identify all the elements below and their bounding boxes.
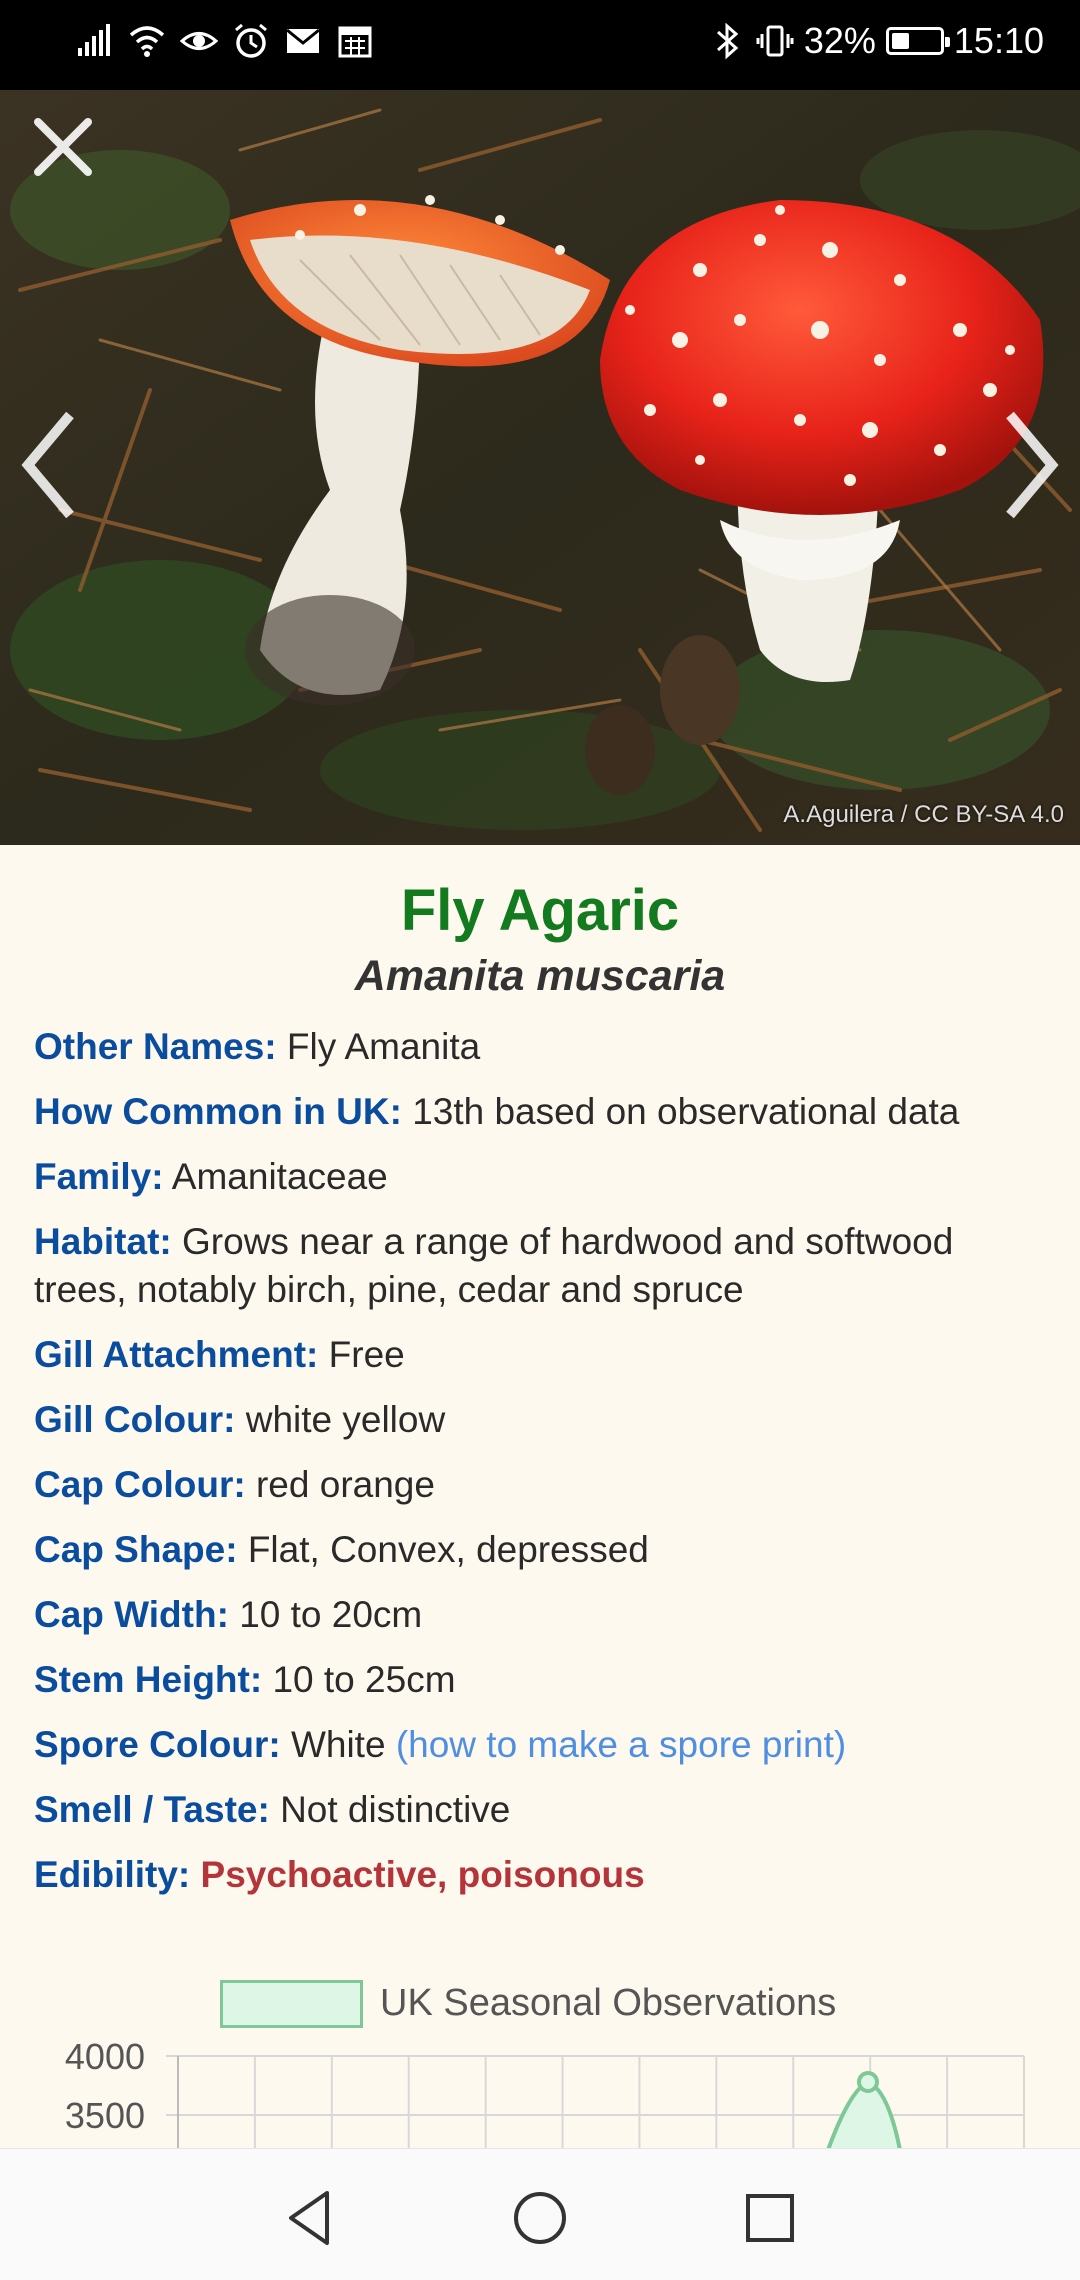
calendar-icon — [338, 26, 372, 58]
fact-value: Free — [328, 1334, 405, 1375]
latin-name: Amanita muscaria — [354, 952, 726, 1000]
fact-row: Cap Shape: Flat, Convex, depressed — [34, 1526, 1046, 1574]
fact-label: Smell / Taste: — [34, 1789, 270, 1830]
battery-percent: 32% — [803, 20, 876, 61]
fact-label: Edibility: — [34, 1854, 191, 1895]
common-name: Fly Agaric — [400, 878, 680, 943]
status-right: 32% 15:10 — [708, 20, 1044, 62]
fact-value: white yellow — [245, 1399, 446, 1440]
mushroom-photo — [0, 90, 1080, 845]
fact-label: Gill Colour: — [34, 1399, 236, 1440]
status-bar: 32% 15:10 — [0, 0, 1080, 90]
vibrate-icon — [756, 25, 794, 57]
fact-value: Not distinctive — [280, 1789, 511, 1830]
wifi-icon — [129, 26, 165, 57]
signal-icon — [78, 24, 110, 56]
fact-label: Stem Height: — [34, 1659, 263, 1700]
fact-value: 13th based on observational data — [412, 1091, 960, 1132]
fact-row: Cap Colour: red orange — [34, 1461, 1046, 1509]
chart-plot: 4000 3500 — [65, 2036, 1025, 2150]
fact-value: Amanitaceae — [171, 1156, 388, 1197]
fact-label: Other Names: — [34, 1026, 277, 1067]
fact-row: Other Names: Fly Amanita — [34, 1023, 1046, 1071]
spore-print-link[interactable]: (how to make a spore print) — [396, 1724, 846, 1765]
close-icon[interactable] — [28, 112, 98, 182]
home-icon[interactable] — [505, 2183, 575, 2253]
y-tick-label: 4000 — [65, 2036, 145, 2077]
fact-value: red orange — [255, 1464, 435, 1505]
fact-row: Cap Width: 10 to 20cm — [34, 1591, 1046, 1639]
recents-icon[interactable] — [735, 2183, 805, 2253]
fact-label: Habitat: — [34, 1221, 172, 1262]
fact-value: Grows near a range of hardwood and softw… — [34, 1221, 954, 1310]
fact-value: Flat, Convex, depressed — [247, 1529, 649, 1570]
fact-row: Gill Colour: white yellow — [34, 1396, 1046, 1444]
eye-icon — [180, 32, 218, 50]
fact-label: Cap Shape: — [34, 1529, 238, 1570]
fact-label: Cap Colour: — [34, 1464, 246, 1505]
battery-icon — [885, 27, 950, 55]
bluetooth-icon — [716, 22, 739, 60]
fact-value: Psychoactive, poisonous — [200, 1854, 645, 1895]
facts-list: Other Names: Fly Amanita How Common in UK… — [0, 1023, 1080, 1899]
alarm-icon — [235, 23, 267, 58]
fact-value: Fly Amanita — [286, 1026, 481, 1067]
fact-label: How Common in UK: — [34, 1091, 402, 1132]
chevron-right-icon[interactable] — [990, 405, 1070, 525]
fact-label: Family: — [34, 1156, 164, 1197]
fact-row: Stem Height: 10 to 25cm — [34, 1656, 1046, 1704]
navigation-bar — [0, 2148, 1080, 2280]
series-point — [857, 2071, 879, 2093]
species-details: Fly Agaric Amanita muscaria Other Names:… — [0, 845, 1080, 1916]
clock: 15:10 — [953, 20, 1044, 61]
mail-icon — [286, 28, 320, 53]
fact-value: White — [290, 1724, 386, 1765]
fact-row: Habitat: Grows near a range of hardwood … — [34, 1218, 1046, 1314]
battery-level — [891, 33, 909, 49]
fact-value: 10 to 25cm — [272, 1659, 456, 1700]
fact-row: Smell / Taste: Not distinctive — [34, 1786, 1046, 1834]
fact-row: How Common in UK: 13th based on observat… — [34, 1088, 1046, 1136]
fact-row: Family: Amanitaceae — [34, 1153, 1046, 1201]
seasonal-observations-chart: UK Seasonal Observations 4000 3500 — [0, 1970, 1080, 2150]
photo-credit: A.Aguilera / CC BY-SA 4.0 — [783, 801, 1064, 828]
fact-label: Cap Width: — [34, 1594, 229, 1635]
status-left-icons — [76, 22, 374, 60]
chevron-left-icon[interactable] — [10, 405, 90, 525]
y-tick-label: 3500 — [65, 2095, 145, 2136]
fact-row: Edibility: Psychoactive, poisonous — [34, 1851, 1046, 1899]
fact-value: 10 to 20cm — [239, 1594, 423, 1635]
species-photo[interactable]: A.Aguilera / CC BY-SA 4.0 — [0, 90, 1080, 845]
fact-row: Spore Colour: White (how to make a spore… — [34, 1721, 1046, 1769]
fact-row: Gill Attachment: Free — [34, 1331, 1046, 1379]
fact-label: Gill Attachment: — [34, 1334, 319, 1375]
back-icon[interactable] — [275, 2183, 345, 2253]
fact-label: Spore Colour: — [34, 1724, 281, 1765]
